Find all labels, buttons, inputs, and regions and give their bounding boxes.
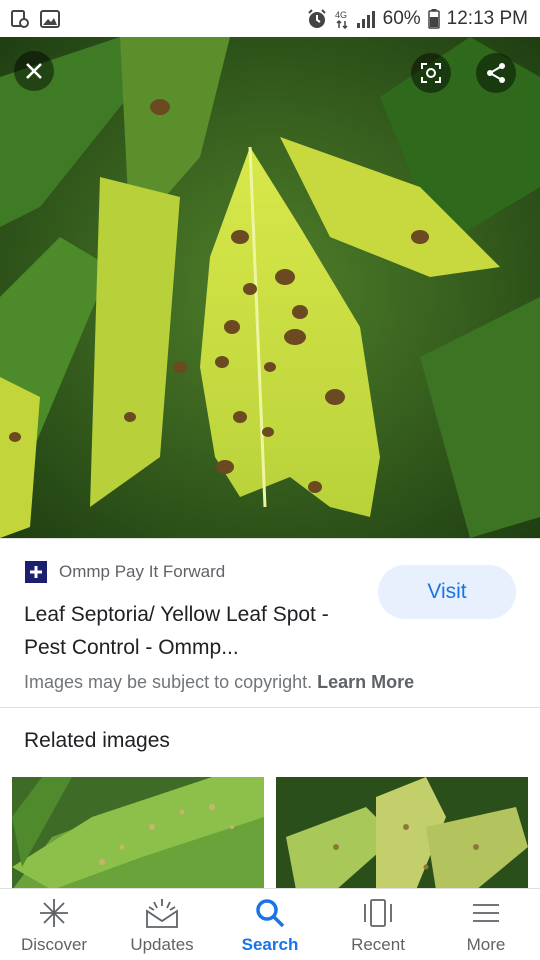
nav-label: More xyxy=(466,935,506,954)
asterisk-icon xyxy=(40,899,68,927)
share-button[interactable] xyxy=(476,53,516,93)
menu-icon xyxy=(473,904,499,922)
copyright-notice: Images may be subject to copyright. Lear… xyxy=(24,672,414,693)
close-button[interactable] xyxy=(14,51,54,91)
leaf-photo xyxy=(0,37,540,538)
signal-icon xyxy=(356,10,376,28)
nav-recent[interactable]: Recent xyxy=(324,889,432,960)
related-image-photo xyxy=(12,777,264,890)
related-images-heading: Related images xyxy=(24,729,170,752)
share-icon xyxy=(487,63,505,83)
nav-discover[interactable]: Discover xyxy=(0,889,108,960)
battery-percent: 60% xyxy=(382,7,421,29)
close-icon xyxy=(26,63,42,79)
copyright-text: Images may be subject to copyright. xyxy=(24,672,313,692)
nav-label: Discover xyxy=(20,935,88,954)
bottom-navigation: Discover Updates Search Recent More xyxy=(0,888,540,960)
result-info-card: Ommp Pay It Forward Leaf Septoria/ Yello… xyxy=(0,538,540,708)
clock: 12:13 PM xyxy=(446,7,528,29)
nav-label: Updates xyxy=(130,935,194,954)
source-name: Ommp Pay It Forward xyxy=(59,562,226,581)
battery-icon xyxy=(427,8,440,29)
lens-icon xyxy=(421,63,441,83)
nav-updates[interactable]: Updates xyxy=(108,889,216,960)
related-image-photo xyxy=(276,777,528,890)
learn-more-link[interactable]: Learn More xyxy=(317,672,414,692)
divider xyxy=(0,707,540,708)
alarm-icon xyxy=(306,8,328,30)
source[interactable]: Ommp Pay It Forward xyxy=(25,561,225,583)
screenshot-icon xyxy=(10,9,30,29)
search-icon xyxy=(256,899,285,928)
recent-icon xyxy=(364,899,392,927)
status-bar: 4G 60% 12:13 PM xyxy=(0,0,540,37)
updates-icon xyxy=(146,899,178,928)
nav-label: Search xyxy=(241,935,299,954)
svg-text:4G: 4G xyxy=(335,10,347,20)
nav-label: Recent xyxy=(351,935,405,954)
result-title[interactable]: Leaf Septoria/ Yellow Leaf Spot - Pest C… xyxy=(24,598,354,664)
related-image[interactable] xyxy=(12,777,264,890)
gallery-icon xyxy=(40,9,60,28)
related-image[interactable] xyxy=(276,777,528,890)
data-4g-icon: 4G xyxy=(335,9,349,29)
nav-search[interactable]: Search xyxy=(216,889,324,960)
lens-button[interactable] xyxy=(411,53,451,93)
site-favicon-icon xyxy=(25,561,47,583)
visit-button[interactable]: Visit xyxy=(378,565,516,619)
hero-image[interactable] xyxy=(0,37,540,538)
nav-more[interactable]: More xyxy=(432,889,540,960)
